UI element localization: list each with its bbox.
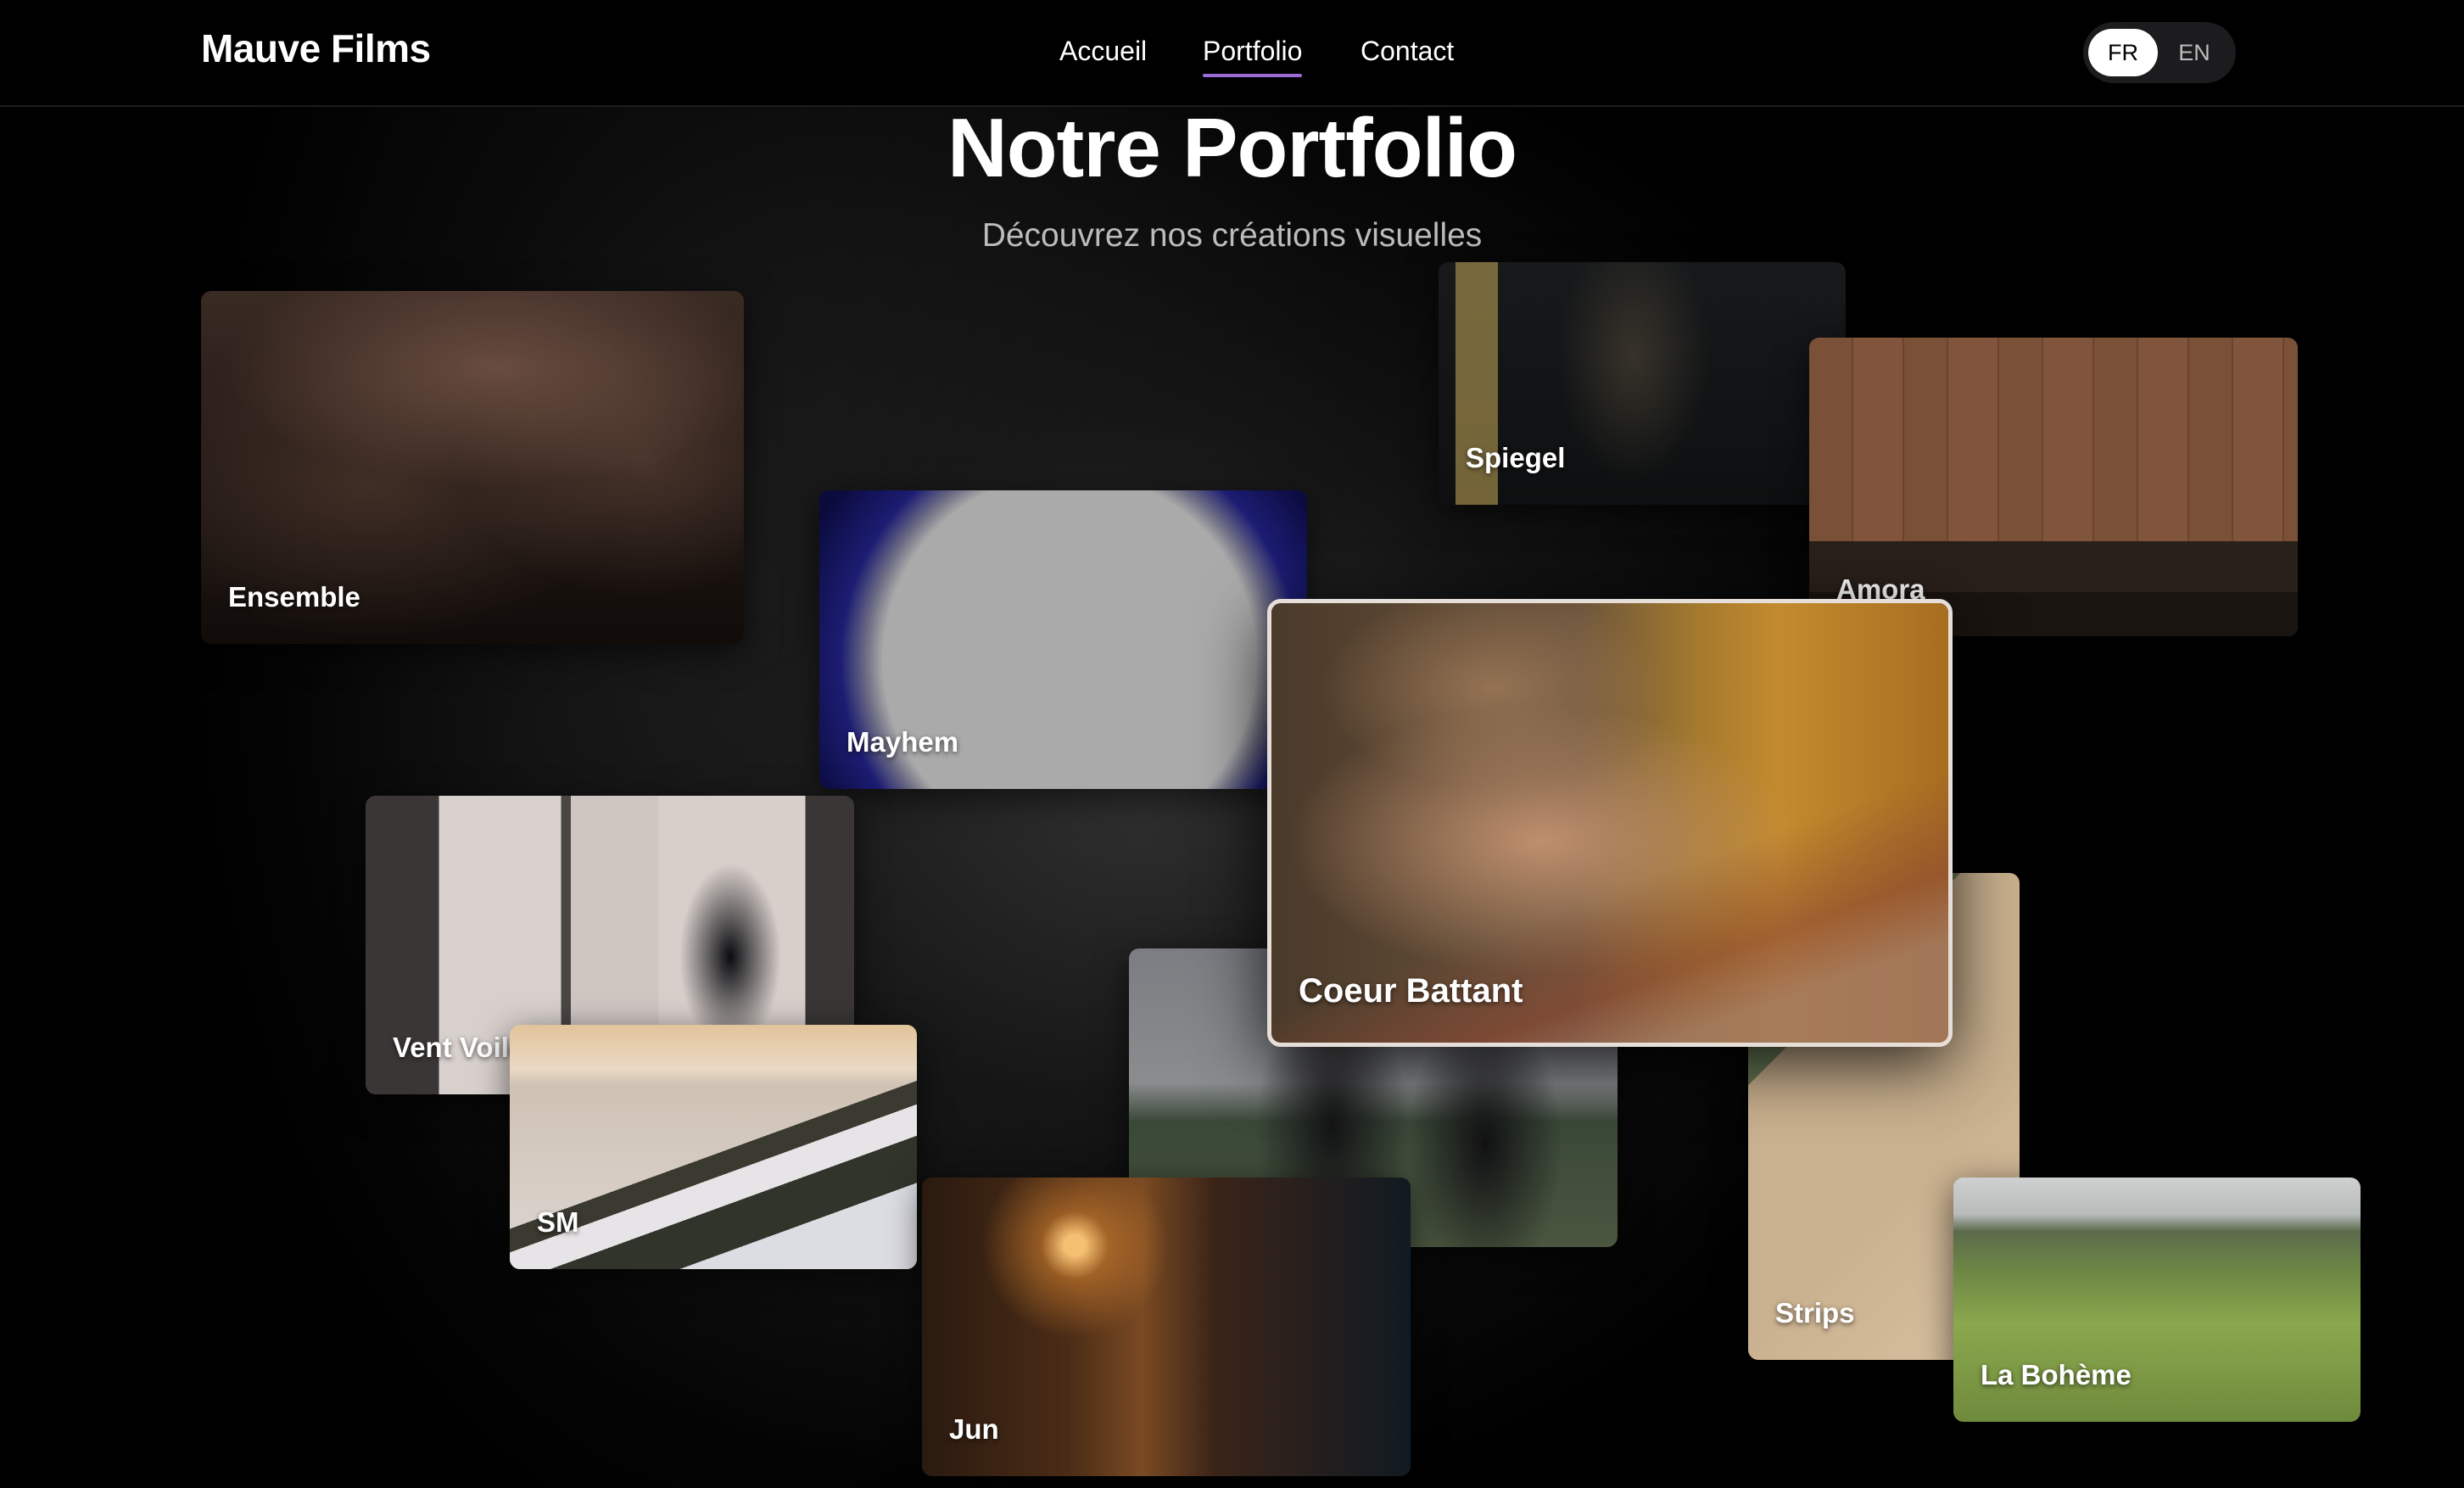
portfolio-card-ensemble[interactable]: Ensemble xyxy=(201,291,744,644)
card-title: Jun xyxy=(949,1413,999,1445)
card-title: Vent Voile xyxy=(393,1032,525,1063)
portfolio-card-coeur-battant[interactable]: Coeur Battant xyxy=(1267,599,1953,1047)
language-toggle: FR EN xyxy=(2083,22,2236,83)
portfolio-card-la-boheme[interactable]: La Bohème xyxy=(1953,1178,2361,1422)
portfolio-card-jun[interactable]: Jun xyxy=(922,1178,1411,1476)
portfolio-card-amora[interactable]: Amora xyxy=(1809,338,2298,636)
nav-contact[interactable]: Contact xyxy=(1361,36,1454,67)
nav-accueil[interactable]: Accueil xyxy=(1059,36,1147,67)
portfolio-card-mayhem[interactable]: Mayhem xyxy=(819,490,1307,789)
card-title: SM xyxy=(537,1206,579,1238)
card-title: Coeur Battant xyxy=(1299,972,1523,1010)
card-title: Spiegel xyxy=(1466,442,1566,473)
card-title: La Bohème xyxy=(1981,1359,2132,1390)
top-navbar: Mauve Films Accueil Portfolio Contact FR… xyxy=(0,0,2464,107)
lang-en-button[interactable]: EN xyxy=(2159,29,2229,76)
card-title: Ensemble xyxy=(228,581,360,613)
card-title: Mayhem xyxy=(846,726,959,758)
portfolio-card-spiegel[interactable]: Spiegel xyxy=(1439,262,1846,505)
brand-logo[interactable]: Mauve Films xyxy=(201,25,431,71)
nav-portfolio[interactable]: Portfolio xyxy=(1203,36,1303,77)
lang-fr-button[interactable]: FR xyxy=(2088,29,2158,76)
card-title: Strips xyxy=(1775,1297,1855,1329)
page-subtitle: Découvrez nos créations visuelles xyxy=(981,217,1483,254)
page-title: Notre Portfolio xyxy=(947,101,1517,194)
portfolio-card-sm[interactable]: SM xyxy=(510,1025,917,1269)
